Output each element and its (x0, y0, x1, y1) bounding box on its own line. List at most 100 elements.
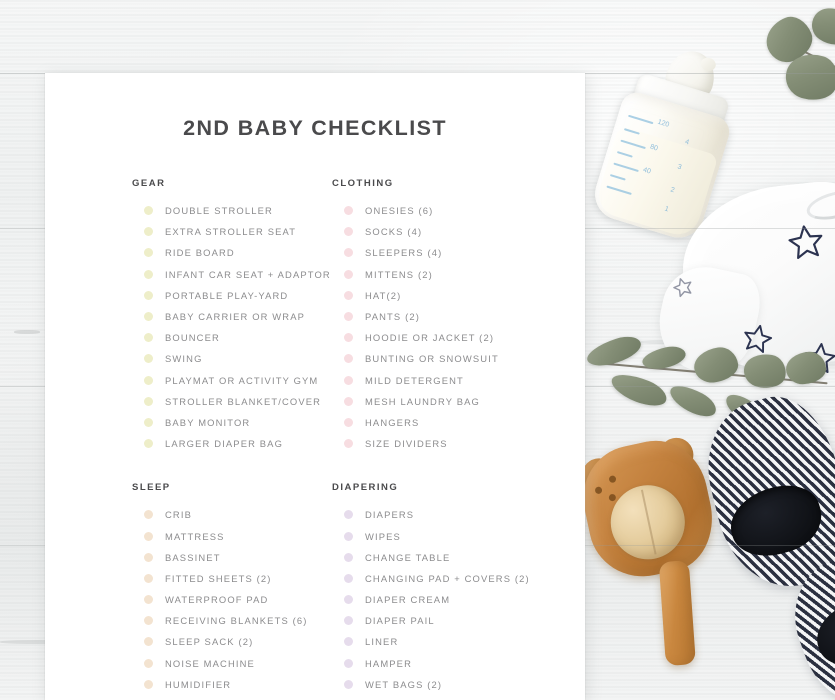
checkbox-dot-icon[interactable] (144, 269, 153, 279)
checklist-item[interactable]: HAT(2) (332, 285, 585, 306)
checklist-item[interactable]: RECEIVING BLANKETS (6) (132, 610, 332, 631)
checklist-item[interactable]: SIZE DIVIDERS (332, 433, 585, 454)
checklist-item[interactable]: DIAPER PAIL (332, 610, 585, 631)
checklist-item[interactable]: NOISE MACHINE (132, 653, 332, 674)
checklist-item-label: SOCKS (4) (365, 226, 423, 238)
onesie-neckline (803, 185, 835, 225)
checkbox-dot-icon[interactable] (344, 375, 353, 385)
checkbox-dot-icon[interactable] (144, 637, 153, 647)
checklist-item[interactable]: SWING (132, 348, 332, 369)
checkbox-dot-icon[interactable] (144, 312, 153, 322)
checkbox-dot-icon[interactable] (144, 354, 153, 364)
checkbox-dot-icon[interactable] (144, 396, 153, 406)
checkbox-dot-icon[interactable] (344, 396, 353, 406)
checklist-item[interactable]: SPRAY NOZZLE (332, 695, 585, 700)
checklist-item[interactable]: ONESIES (6) (332, 200, 585, 221)
checkbox-dot-icon[interactable] (344, 616, 353, 626)
bottle-body: 120 80 40 4 3 2 1 (588, 88, 734, 245)
checkbox-dot-icon[interactable] (344, 531, 353, 541)
checklist-item[interactable]: PACIFIERS (2) (132, 695, 332, 700)
checkbox-dot-icon[interactable] (144, 531, 153, 541)
checkbox-dot-icon[interactable] (344, 595, 353, 605)
bottle-nipple-icon (660, 45, 721, 106)
checkbox-dot-icon[interactable] (144, 510, 153, 520)
checkbox-dot-icon[interactable] (344, 227, 353, 237)
checkbox-dot-icon[interactable] (144, 375, 153, 385)
checkbox-dot-icon[interactable] (344, 552, 353, 562)
checklist-item[interactable]: HANGERS (332, 412, 585, 433)
checkbox-dot-icon[interactable] (344, 206, 353, 216)
checkbox-dot-icon[interactable] (144, 227, 153, 237)
checkbox-dot-icon[interactable] (144, 616, 153, 626)
rattle-head (573, 431, 723, 587)
checklist-item[interactable]: SLEEPERS (4) (332, 242, 585, 263)
checklist-item-label: WIPES (365, 530, 401, 542)
checklist-item[interactable]: LARGER DIAPER BAG (132, 433, 332, 454)
checklist-item[interactable]: WATERPROOF PAD (132, 589, 332, 610)
checkbox-dot-icon[interactable] (344, 354, 353, 364)
checklist-item[interactable]: MILD DETERGENT (332, 370, 585, 391)
checkbox-dot-icon[interactable] (144, 417, 153, 427)
checklist-item[interactable]: BABY MONITOR (132, 412, 332, 433)
checkbox-dot-icon[interactable] (344, 333, 353, 343)
checkbox-dot-icon[interactable] (344, 290, 353, 300)
checklist-item[interactable]: CRIB (132, 504, 332, 525)
checklist-item[interactable]: BASSINET (132, 547, 332, 568)
checklist-item[interactable]: HOODIE OR JACKET (2) (332, 327, 585, 348)
striped-baby-shoe (692, 385, 835, 601)
checklist-item-label: BABY CARRIER OR WRAP (165, 311, 306, 323)
checkbox-dot-icon[interactable] (344, 658, 353, 668)
checkbox-dot-icon[interactable] (144, 595, 153, 605)
checkbox-dot-icon[interactable] (144, 439, 153, 449)
checklist-item[interactable]: RIDE BOARD (132, 242, 332, 263)
checkbox-dot-icon[interactable] (144, 248, 153, 258)
checklist-item[interactable]: BUNTING OR SNOWSUIT (332, 348, 585, 369)
checkbox-dot-icon[interactable] (344, 248, 353, 258)
checklist-item[interactable]: CHANGE TABLE (332, 547, 585, 568)
checkbox-dot-icon[interactable] (344, 637, 353, 647)
checklist-item[interactable]: LINER (332, 631, 585, 652)
checklist-item[interactable]: HAMPER (332, 653, 585, 674)
checklist-item[interactable]: HUMIDIFIER (132, 674, 332, 695)
checklist-item[interactable]: PORTABLE PLAY-YARD (132, 285, 332, 306)
checklist-item[interactable]: CHANGING PAD + COVERS (2) (332, 568, 585, 589)
checklist-item-label: BOUNCER (165, 332, 220, 344)
checklist-item[interactable]: MESH LAUNDRY BAG (332, 391, 585, 412)
checklist-item[interactable]: PLAYMAT OR ACTIVITY GYM (132, 370, 332, 391)
checklist-item[interactable]: FITTED SHEETS (2) (132, 568, 332, 589)
checkbox-dot-icon[interactable] (344, 269, 353, 279)
checkbox-dot-icon[interactable] (344, 679, 353, 689)
checklist-item[interactable]: STROLLER BLANKET/COVER (132, 391, 332, 412)
checklist-item[interactable]: SLEEP SACK (2) (132, 631, 332, 652)
checklist-item[interactable]: MATTRESS (132, 525, 332, 546)
checklist-item[interactable]: DOUBLE STROLLER (132, 200, 332, 221)
star-print-icon (783, 219, 828, 264)
section-header-clothing: CLOTHING (332, 178, 394, 189)
checkbox-dot-icon[interactable] (144, 552, 153, 562)
checklist-item[interactable]: BABY CARRIER OR WRAP (132, 306, 332, 327)
checkbox-dot-icon[interactable] (144, 206, 153, 216)
checkbox-dot-icon[interactable] (344, 573, 353, 583)
checkbox-dot-icon[interactable] (344, 312, 353, 322)
checklist-item[interactable]: BOUNCER (132, 327, 332, 348)
checkbox-dot-icon[interactable] (144, 679, 153, 689)
checklist-item[interactable]: SOCKS (4) (332, 221, 585, 242)
checkbox-dot-icon[interactable] (344, 439, 353, 449)
checklist-item[interactable]: PANTS (2) (332, 306, 585, 327)
checklist-item[interactable]: EXTRA STROLLER SEAT (132, 221, 332, 242)
section-header-gear: GEAR (132, 178, 166, 189)
checkbox-dot-icon[interactable] (144, 658, 153, 668)
checklist-item[interactable]: DIAPER CREAM (332, 589, 585, 610)
checklist-item[interactable]: WIPES (332, 525, 585, 546)
checkbox-dot-icon[interactable] (144, 573, 153, 583)
checkbox-dot-icon[interactable] (344, 510, 353, 520)
checklist-item[interactable]: MITTENS (2) (332, 264, 585, 285)
checklist-item[interactable]: DIAPERS (332, 504, 585, 525)
checkbox-dot-icon[interactable] (144, 333, 153, 343)
checkbox-dot-icon[interactable] (144, 290, 153, 300)
checklist-columns: GEAR DOUBLE STROLLER EXTRA STROLLER SEAT R… (45, 178, 585, 700)
checkbox-dot-icon[interactable] (344, 417, 353, 427)
checklist-item[interactable]: WET BAGS (2) (332, 674, 585, 695)
checklist-item[interactable]: INFANT CAR SEAT + ADAPTOR (132, 264, 332, 285)
checklist-item-label: ONESIES (6) (365, 205, 434, 217)
